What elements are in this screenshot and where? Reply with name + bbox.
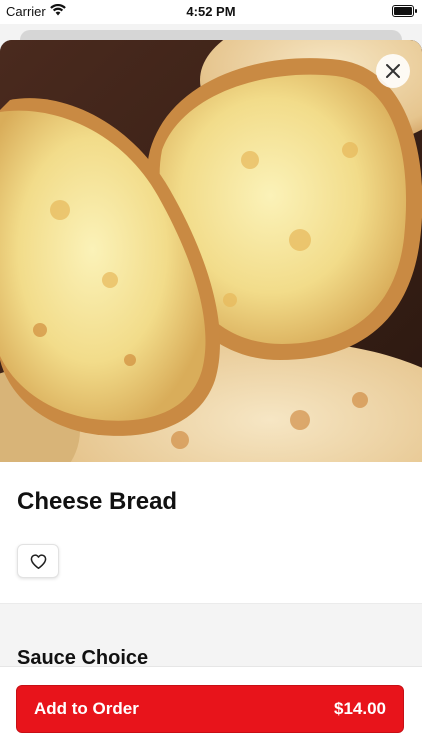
battery-icon — [392, 5, 417, 17]
status-bar: Carrier 4:52 PM — [0, 0, 422, 24]
close-button[interactable] — [376, 54, 410, 88]
heart-outline-icon — [30, 553, 46, 569]
order-price: $14.00 — [334, 699, 386, 718]
status-time: 4:52 PM — [186, 4, 236, 19]
product-image — [0, 40, 422, 462]
item-detail-sheet: Cheese Bread Sauce Choice — [0, 40, 422, 750]
add-to-order-button[interactable]: Add to Order $14.00 — [16, 685, 404, 733]
product-title: Cheese Bread — [17, 488, 178, 515]
cheese-bread-photo — [0, 40, 422, 462]
close-icon — [386, 64, 400, 78]
favorite-button[interactable] — [17, 544, 59, 578]
add-to-order-label: Add to Order — [34, 699, 139, 718]
bottom-action-bar: Add to Order $14.00 — [0, 666, 422, 751]
